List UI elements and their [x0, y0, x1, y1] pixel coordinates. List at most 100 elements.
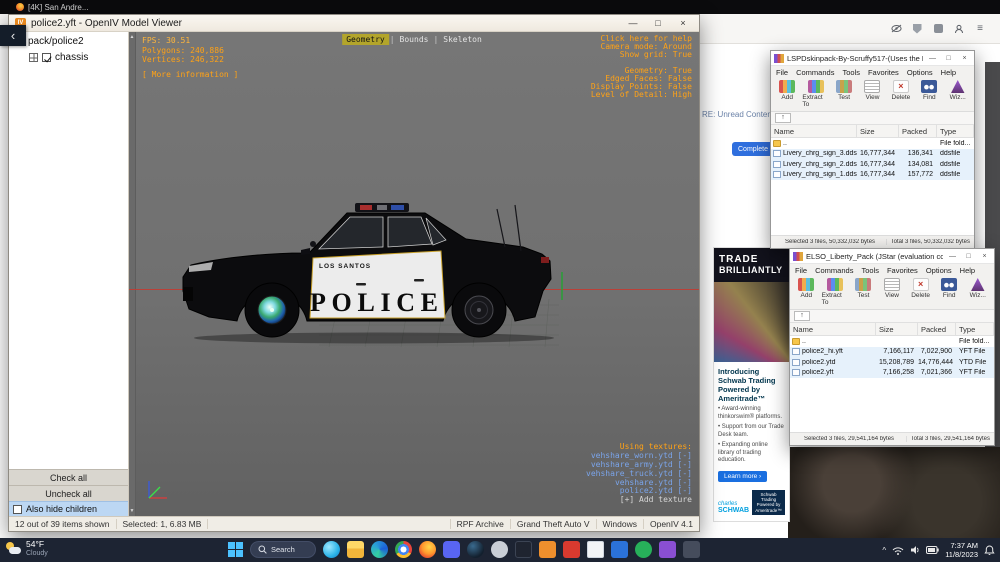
shield-icon[interactable] — [911, 23, 923, 35]
weather-widget[interactable]: 54°F Cloudy — [6, 540, 48, 557]
menu-file[interactable]: File — [776, 68, 788, 77]
delete-button[interactable]: ×Delete — [888, 80, 914, 108]
minimize-button[interactable]: — — [946, 253, 959, 260]
column-size[interactable]: Size — [857, 125, 899, 137]
find-button[interactable]: Find — [916, 80, 942, 108]
taskbar-discord-icon[interactable] — [443, 541, 460, 558]
maximize-button[interactable]: □ — [648, 18, 668, 28]
column-size[interactable]: Size — [876, 323, 918, 335]
tab-geometry[interactable]: Geometry — [342, 34, 389, 45]
uncheck-all-button[interactable]: Uncheck all — [9, 485, 128, 501]
tab-bounds[interactable]: Bounds — [396, 34, 433, 45]
chassis-checkbox[interactable] — [42, 53, 51, 62]
column-name[interactable]: Name — [771, 125, 857, 137]
menu-favorites[interactable]: Favorites — [887, 266, 918, 275]
table-row[interactable]: Livery_chrg_sign_2.dds 16,777,344 134,08… — [771, 159, 974, 170]
tree-root-pack-police2[interactable]: pack/police2 — [9, 32, 128, 49]
notification-bell-icon[interactable] — [984, 545, 995, 556]
table-row[interactable]: Livery_chrg_sign_3.dds 16,777,344 136,34… — [771, 149, 974, 160]
delete-button[interactable]: ×Delete — [907, 278, 934, 306]
battery-icon[interactable] — [926, 546, 939, 554]
hidden-eye-icon[interactable] — [890, 23, 902, 35]
tree-item-chassis[interactable]: chassis — [9, 49, 128, 65]
menu-commands[interactable]: Commands — [815, 266, 853, 275]
test-button[interactable]: Test — [850, 278, 877, 306]
table-row[interactable]: police2.ytd 15,208,789 14,776,444 YTD Fi… — [790, 357, 994, 368]
table-row[interactable]: .. File fold... — [790, 336, 994, 347]
start-button[interactable] — [228, 542, 243, 557]
taskbar-app-icon-gray[interactable] — [683, 541, 700, 558]
close-button[interactable]: × — [978, 253, 991, 260]
taskbar-file-explorer-icon[interactable] — [347, 541, 364, 558]
volume-icon[interactable] — [910, 545, 920, 555]
taskbar-terminal-icon[interactable] — [515, 541, 532, 558]
close-button[interactable]: × — [673, 18, 693, 28]
add-button[interactable]: Add — [774, 80, 800, 108]
view-button[interactable]: View — [879, 278, 906, 306]
taskbar-notepad-icon[interactable] — [587, 541, 604, 558]
up-directory-button[interactable]: ↑ — [794, 311, 810, 321]
column-packed[interactable]: Packed — [899, 125, 937, 137]
menu-commands[interactable]: Commands — [796, 68, 834, 77]
menu-help[interactable]: Help — [960, 266, 975, 275]
taskbar-chrome-icon[interactable] — [395, 541, 412, 558]
table-row[interactable]: Livery_chrg_sign_1.dds 16,777,344 157,77… — [771, 170, 974, 181]
taskbar-openiv-icon[interactable] — [539, 541, 556, 558]
model-viewport[interactable]: ▲ ▼ — [129, 32, 699, 516]
tray-chevron-icon[interactable]: ^ — [882, 546, 886, 555]
view-button[interactable]: View — [859, 80, 885, 108]
browser-tab-title[interactable]: [4K] San Andre... — [28, 3, 88, 12]
menu-options[interactable]: Options — [926, 266, 952, 275]
taskbar-settings-icon[interactable] — [491, 541, 508, 558]
more-information-link[interactable]: [ More information ] — [142, 70, 238, 80]
profile-icon[interactable] — [953, 23, 965, 35]
menu-tools[interactable]: Tools — [861, 266, 879, 275]
search-input[interactable]: Search — [250, 541, 316, 558]
also-hide-children-checkbox[interactable] — [13, 505, 22, 514]
taskbar-spotify-icon[interactable] — [635, 541, 652, 558]
table-row[interactable]: police2.yft 7,166,258 7,021,366 YFT File — [790, 368, 994, 379]
wizard-button[interactable]: Wiz... — [964, 278, 991, 306]
column-packed[interactable]: Packed — [918, 323, 956, 335]
learn-more-button[interactable]: Learn more › — [718, 471, 767, 482]
menu-help[interactable]: Help — [941, 68, 956, 77]
back-button[interactable]: ‹ — [0, 25, 26, 46]
taskbar-firefox-icon[interactable] — [419, 541, 436, 558]
taskbar-steam-icon[interactable] — [467, 541, 484, 558]
find-button[interactable]: Find — [936, 278, 963, 306]
extract-to-button[interactable]: Extract To — [802, 80, 828, 108]
add-button[interactable]: Add — [793, 278, 820, 306]
minimize-button[interactable]: — — [623, 18, 643, 28]
menu-icon[interactable]: ≡ — [974, 23, 986, 35]
test-button[interactable]: Test — [831, 80, 857, 108]
viewport-scrollbar[interactable]: ▲ ▼ — [129, 32, 136, 516]
check-all-button[interactable]: Check all — [9, 469, 128, 485]
menu-file[interactable]: File — [795, 266, 807, 275]
menu-options[interactable]: Options — [907, 68, 933, 77]
column-name[interactable]: Name — [790, 323, 876, 335]
taskbar-app-icon-purple[interactable] — [659, 541, 676, 558]
column-type[interactable]: Type — [937, 125, 974, 137]
also-hide-children-row[interactable]: Also hide children — [9, 501, 128, 516]
column-type[interactable]: Type — [956, 323, 994, 335]
taskbar-copilot-icon[interactable] — [323, 541, 340, 558]
menu-favorites[interactable]: Favorites — [868, 68, 899, 77]
menu-tools[interactable]: Tools — [842, 68, 860, 77]
wizard-button[interactable]: Wiz... — [945, 80, 971, 108]
add-texture-link[interactable]: [+] Add texture — [586, 496, 692, 505]
maximize-button[interactable]: □ — [962, 253, 975, 260]
taskbar-edge-icon[interactable] — [371, 541, 388, 558]
extensions-puzzle-icon[interactable] — [932, 23, 944, 35]
table-row[interactable]: police2_hi.yft 7,166,117 7,022,900 YFT F… — [790, 347, 994, 358]
wifi-icon[interactable] — [892, 545, 904, 555]
up-directory-button[interactable]: ↑ — [775, 113, 791, 123]
extract-to-button[interactable]: Extract To — [822, 278, 849, 306]
taskbar-app-icon-red[interactable] — [563, 541, 580, 558]
unread-content-link[interactable]: RE: Unread Content — [702, 110, 774, 119]
close-button[interactable]: × — [958, 55, 971, 62]
table-row[interactable]: .. File fold... — [771, 138, 974, 149]
taskbar-vscode-icon[interactable] — [611, 541, 628, 558]
minimize-button[interactable]: — — [926, 55, 939, 62]
tab-skeleton[interactable]: Skeleton — [439, 34, 486, 45]
clock[interactable]: 7:37 AM 11/8/2023 — [945, 541, 978, 560]
